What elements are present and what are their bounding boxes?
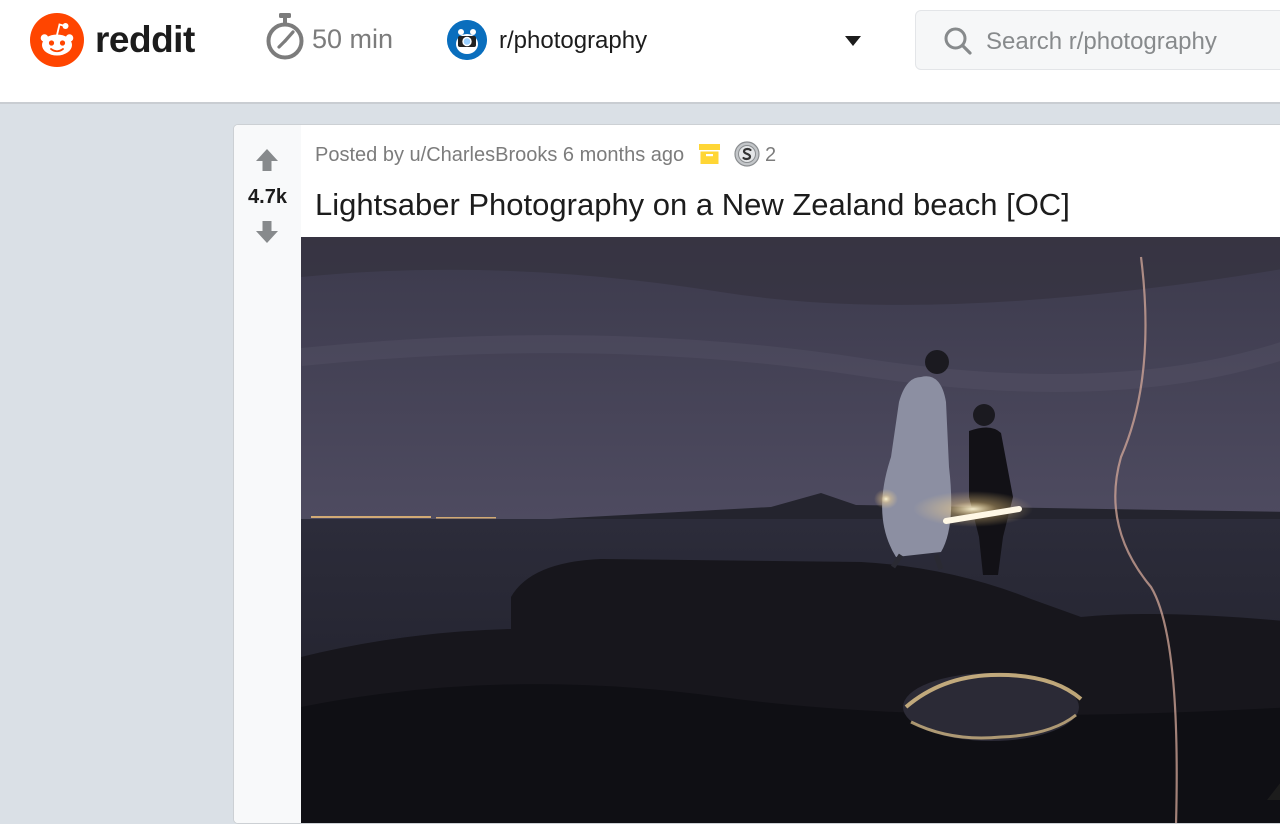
chevron-down-icon — [845, 36, 861, 46]
timer-label: 50 min — [312, 24, 394, 54]
silver-award-icon[interactable] — [734, 141, 760, 167]
post-image[interactable] — [301, 237, 1280, 823]
subreddit-avatar[interactable] — [447, 20, 487, 60]
top-header: reddit 50 min r/photography — [0, 0, 1280, 104]
archive-icon — [699, 144, 720, 164]
reddit-wordmark[interactable]: reddit — [95, 18, 195, 62]
subreddit-name[interactable]: r/photography — [499, 26, 647, 56]
post-age: 6 months ago — [562, 144, 685, 166]
post-meta: Posted by u/CharlesBrooks 6 months ago — [315, 140, 684, 170]
search-icon — [944, 27, 972, 55]
award-count: 2 — [765, 144, 777, 166]
search-input[interactable] — [984, 21, 1278, 63]
post-title[interactable]: Lightsaber Photography on a New Zealand … — [315, 185, 1070, 225]
upvote-arrow-icon[interactable] — [254, 147, 280, 173]
search-bar[interactable] — [915, 10, 1280, 70]
community-dropdown[interactable] — [830, 28, 876, 54]
author-link[interactable]: u/CharlesBrooks — [410, 144, 558, 166]
reddit-logo-icon[interactable] — [30, 13, 84, 67]
expand-corner-icon[interactable] — [1267, 776, 1280, 800]
post-card[interactable]: 4.7k Posted by u/CharlesBrooks 6 months … — [233, 124, 1280, 824]
stopwatch-icon — [264, 12, 306, 62]
vote-column: 4.7k — [234, 125, 301, 823]
posted-by-label: Posted by — [315, 144, 404, 166]
vote-score: 4.7k — [248, 186, 287, 208]
downvote-arrow-icon[interactable] — [254, 219, 280, 245]
